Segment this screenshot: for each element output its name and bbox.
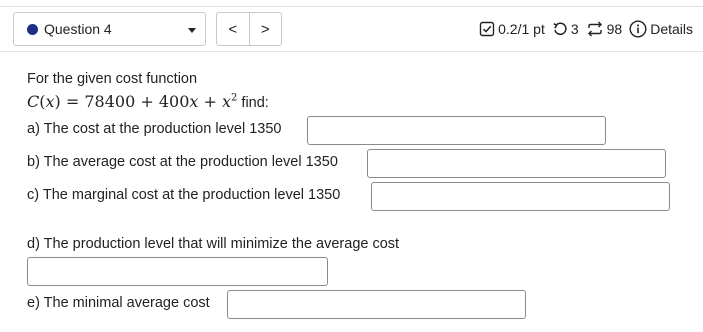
cost-function-formula: C(x) = 78400 + 400x + x2: [27, 92, 238, 111]
question-intro: For the given cost function: [27, 71, 198, 87]
part-a-answer-input[interactable]: [307, 116, 606, 145]
part-b-answer-input[interactable]: [367, 149, 666, 178]
cost-function-suffix: find:: [241, 95, 269, 111]
prev-question-button[interactable]: <: [217, 13, 249, 45]
retry-icon: [552, 21, 568, 37]
question-select-label: Question 4: [44, 21, 112, 37]
question-select[interactable]: Question 4: [13, 12, 206, 46]
part-d-label: d) The production level that will minimi…: [27, 236, 400, 252]
retries-count: 3: [570, 21, 579, 37]
attempts-count: 98: [606, 21, 623, 37]
part-e-label: e) The minimal average cost: [27, 295, 210, 311]
header-top-border: [0, 6, 703, 7]
info-icon[interactable]: [629, 20, 647, 38]
part-c-label: c) The marginal cost at the production l…: [27, 187, 341, 203]
part-b-label: b) The average cost at the production le…: [27, 154, 338, 170]
part-e-answer-input[interactable]: [227, 290, 526, 319]
sync-icon: [586, 21, 604, 37]
next-question-button[interactable]: >: [249, 13, 281, 45]
score-text: 0.2/1 pt: [498, 21, 545, 37]
header-bottom-border: [0, 51, 703, 52]
part-a-label: a) The cost at the production level 1350: [27, 121, 282, 137]
cost-function: C(x) = 78400 + 400x + x2 find:: [27, 92, 269, 111]
status-dot-icon: [27, 23, 38, 35]
part-d-answer-input[interactable]: [27, 257, 328, 286]
part-c-answer-input[interactable]: [371, 182, 670, 211]
caret-down-icon: [188, 28, 196, 33]
question-status: 0.2/1 pt 3 98 Details: [479, 19, 693, 39]
question-nav: < >: [216, 12, 282, 46]
details-link[interactable]: Details: [650, 21, 693, 37]
checkbox-icon: [479, 21, 495, 37]
